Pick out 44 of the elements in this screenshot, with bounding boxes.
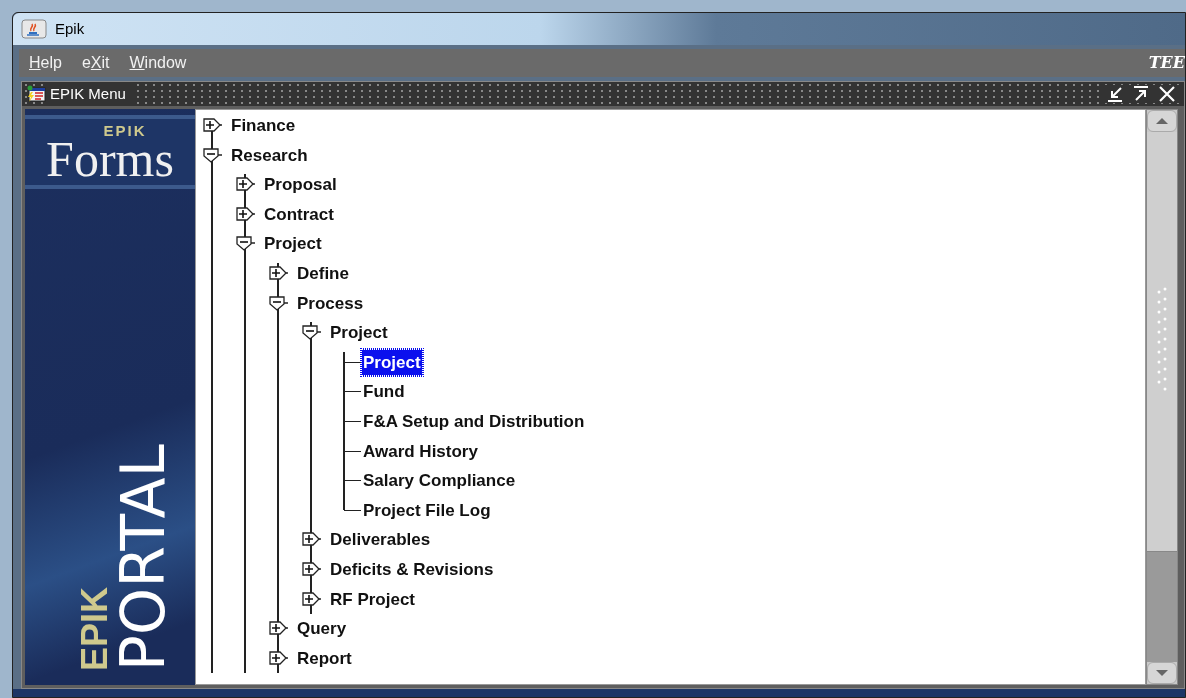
up-arrow-icon — [1155, 117, 1169, 125]
tree-item[interactable]: Project — [361, 348, 423, 377]
tree-item[interactable]: Research — [229, 141, 310, 170]
vertical-title: PORTAL — [113, 443, 173, 671]
tree-item[interactable]: Finance — [229, 112, 298, 140]
expand-icon[interactable] — [268, 649, 288, 668]
app-icon — [26, 85, 46, 103]
tree-item[interactable]: Process — [295, 289, 366, 318]
collapse-icon[interactable] — [268, 294, 288, 313]
tree-item[interactable]: Salary Compliance — [361, 467, 518, 495]
tree-item[interactable]: Award History — [361, 437, 480, 466]
tree-item[interactable]: Project File Log — [361, 496, 493, 525]
tree-item[interactable]: Project — [328, 319, 390, 347]
tree-item[interactable]: Project — [262, 230, 324, 258]
scroll-thumb[interactable] — [1147, 132, 1177, 552]
tree-item[interactable]: RF Project — [328, 585, 418, 614]
logo-caption: EPIK — [103, 123, 147, 139]
tree-item[interactable]: Proposal — [262, 171, 339, 199]
tree-item[interactable]: Query — [295, 615, 349, 643]
tree-item[interactable]: Report — [295, 644, 354, 673]
vertical-caption: EPIK — [77, 586, 113, 671]
banner-text: TEE — [1148, 52, 1185, 74]
coffee-cup-icon — [21, 19, 47, 39]
down-arrow-icon — [1155, 669, 1169, 677]
scroll-down-button[interactable] — [1147, 662, 1177, 684]
scroll-up-button[interactable] — [1147, 110, 1177, 132]
tree-item[interactable]: Contract — [262, 200, 336, 229]
expand-icon[interactable] — [268, 264, 288, 283]
tree-item[interactable]: Deliverables — [328, 526, 433, 554]
expand-icon[interactable] — [301, 560, 321, 579]
menu-item[interactable]: eXit — [81, 51, 110, 75]
tree-item[interactable]: Fund — [361, 378, 407, 406]
inner-window-title: EPIK Menu — [46, 82, 132, 106]
menu-item[interactable]: Window — [129, 51, 187, 75]
collapse-icon[interactable] — [202, 146, 222, 165]
logo-wordmark: Forms — [46, 138, 174, 181]
tree-item[interactable]: Define — [295, 260, 351, 288]
tree-item[interactable]: F&A Setup and Distribution — [361, 408, 587, 436]
menu-item[interactable]: Help — [29, 51, 62, 75]
expand-icon[interactable] — [202, 117, 222, 135]
expand-icon[interactable] — [235, 205, 255, 224]
window-title: Epik — [55, 18, 85, 39]
tree-item[interactable]: Deficits & Revisions — [328, 555, 496, 584]
expand-icon[interactable] — [301, 590, 321, 609]
